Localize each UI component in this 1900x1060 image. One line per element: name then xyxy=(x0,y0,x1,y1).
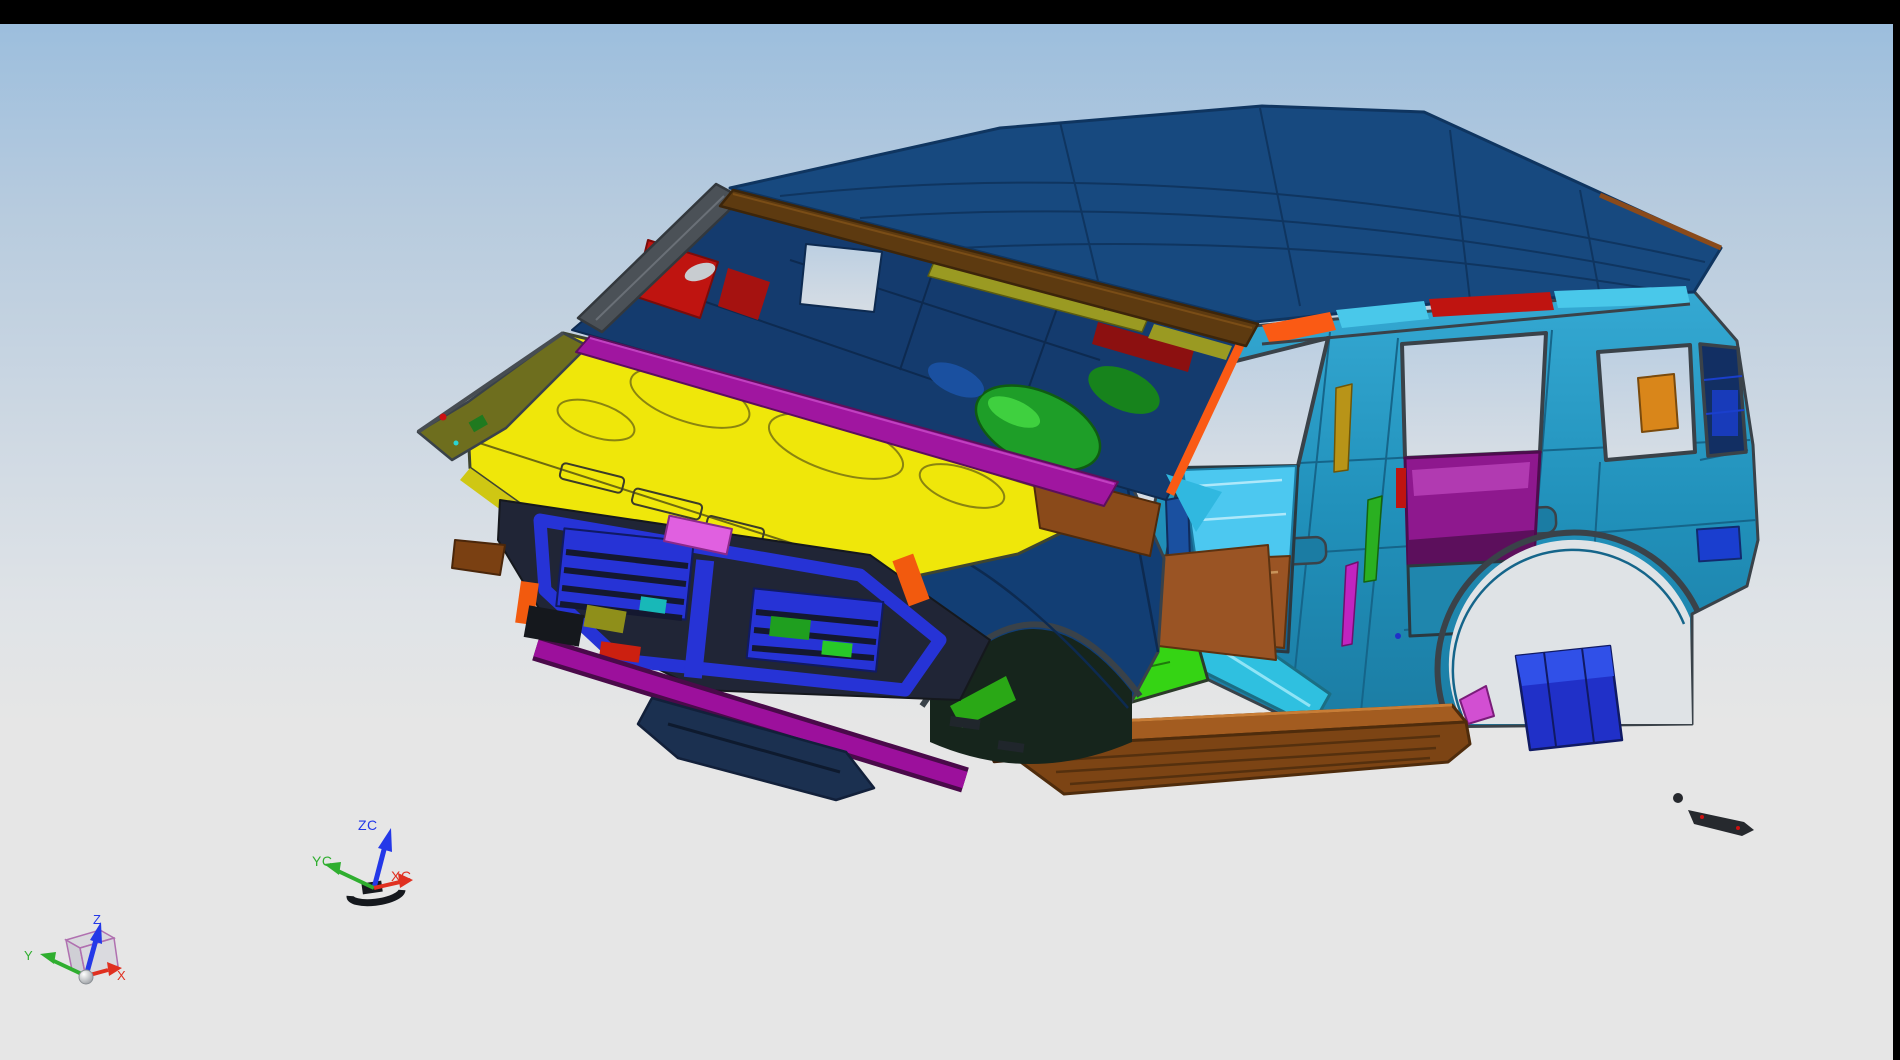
wcs-triad[interactable]: ZC YC XC xyxy=(312,817,413,903)
window-openings[interactable] xyxy=(1180,333,1746,468)
loose-part-dot[interactable] xyxy=(1673,793,1683,803)
datum-origin-ball[interactable] xyxy=(79,970,93,984)
pillar-red-part[interactable] xyxy=(1396,468,1406,508)
rear-quarter-blue-part[interactable] xyxy=(1697,527,1741,562)
wcs-y-label: YC xyxy=(312,853,332,869)
model-canvas: ZC YC XC Z Y X xyxy=(0,24,1893,1060)
green-part-a[interactable] xyxy=(769,616,811,640)
rear-door-window-opening[interactable] xyxy=(1402,333,1546,458)
see-through-gap xyxy=(800,244,882,312)
cad-application-window: ZC YC XC Z Y X xyxy=(0,0,1900,1060)
datum-y-label: Y xyxy=(24,948,33,963)
datum-y-arrowhead xyxy=(40,952,56,964)
loose-part-red-b xyxy=(1736,826,1740,830)
title-bar xyxy=(0,0,1900,24)
wcs-x-label: XC xyxy=(391,868,411,884)
car-model[interactable] xyxy=(418,106,1758,836)
datum-x-label: X xyxy=(117,968,126,983)
wcs-z-label: ZC xyxy=(358,817,378,833)
brown-bracket-left[interactable] xyxy=(452,540,505,575)
graphics-viewport[interactable]: ZC YC XC Z Y X xyxy=(0,24,1893,1060)
datum-csys[interactable]: Z Y X xyxy=(24,912,126,984)
loose-part-red-a xyxy=(1700,815,1704,819)
datum-z-label: Z xyxy=(93,912,101,927)
wcs-y-axis[interactable] xyxy=(338,871,374,888)
blade-red-dot xyxy=(440,414,447,421)
loose-part-bracket[interactable] xyxy=(1688,810,1754,836)
wcs-z-arrowhead xyxy=(378,828,392,852)
quarter-window-bracket[interactable] xyxy=(1638,374,1678,432)
blade-cyan-dot xyxy=(454,441,459,446)
right-edge-bar xyxy=(1893,0,1900,1060)
loose-parts[interactable] xyxy=(1673,793,1754,836)
